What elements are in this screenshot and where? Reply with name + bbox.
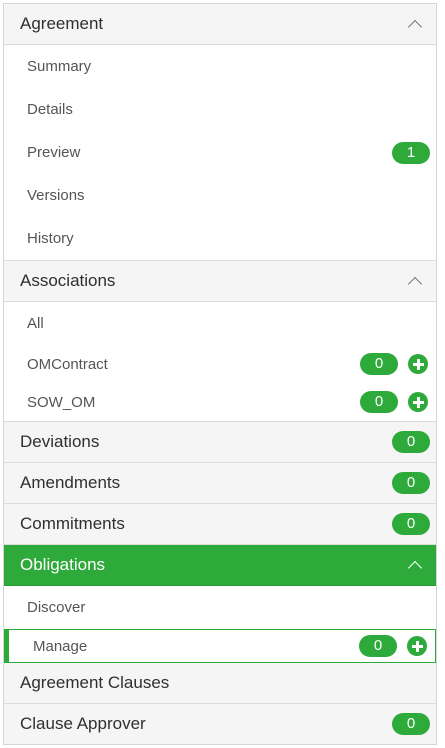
section-deviations-label: Deviations bbox=[20, 432, 100, 451]
add-icon[interactable] bbox=[408, 354, 428, 374]
section-agreement-clauses[interactable]: Agreement Clauses bbox=[4, 663, 436, 704]
count-badge: 0 bbox=[392, 713, 430, 735]
nav-item-label: Details bbox=[27, 101, 73, 118]
count-badge: 0 bbox=[392, 431, 430, 453]
section-associations[interactable]: Associations bbox=[4, 261, 436, 302]
section-obligations[interactable]: Obligations bbox=[4, 545, 436, 586]
count-badge: 0 bbox=[392, 513, 430, 535]
nav-item-omcontract[interactable]: OMContract 0 bbox=[4, 345, 436, 383]
nav-item-summary[interactable]: Summary bbox=[4, 45, 436, 88]
nav-item-manage[interactable]: Manage 0 bbox=[4, 629, 436, 663]
add-icon[interactable] bbox=[408, 392, 428, 412]
count-badge: 1 bbox=[392, 141, 430, 164]
associations-items: All OMContract 0 SOW_OM 0 bbox=[4, 302, 436, 422]
nav-item-label: OMContract bbox=[27, 355, 108, 373]
nav-item-sow-om[interactable]: SOW_OM 0 bbox=[4, 383, 436, 421]
nav-item-preview[interactable]: Preview 1 bbox=[4, 131, 436, 174]
nav-item-label: History bbox=[27, 230, 74, 247]
nav-item-label: All bbox=[27, 315, 44, 332]
section-associations-label: Associations bbox=[20, 271, 116, 290]
section-amendments[interactable]: Amendments 0 bbox=[4, 463, 436, 504]
nav-item-discover[interactable]: Discover bbox=[4, 586, 436, 629]
nav-item-label: Versions bbox=[27, 187, 85, 204]
section-commitments[interactable]: Commitments 0 bbox=[4, 504, 436, 545]
chevron-up-icon[interactable] bbox=[407, 19, 423, 35]
chevron-up-icon[interactable] bbox=[407, 560, 423, 576]
chevron-up-icon[interactable] bbox=[407, 276, 423, 292]
count-badge: 0 bbox=[360, 391, 398, 413]
obligations-items: Discover Manage 0 bbox=[4, 586, 436, 663]
nav-item-details[interactable]: Details bbox=[4, 88, 436, 131]
nav-item-history[interactable]: History bbox=[4, 217, 436, 260]
section-obligations-label: Obligations bbox=[20, 555, 106, 574]
nav-item-versions[interactable]: Versions bbox=[4, 174, 436, 217]
nav-item-label: Discover bbox=[27, 599, 86, 616]
agreement-items: Summary Details Preview 1 Versions Histo… bbox=[4, 45, 436, 261]
nav-item-label: Preview bbox=[27, 144, 81, 161]
nav-item-label: Manage bbox=[33, 637, 88, 655]
section-clause-approver[interactable]: Clause Approver 0 bbox=[4, 704, 436, 744]
navigation-panel: Agreement Summary Details Preview 1 Vers… bbox=[3, 3, 437, 745]
count-badge: 0 bbox=[392, 472, 430, 494]
section-commitments-label: Commitments bbox=[20, 514, 125, 533]
section-deviations[interactable]: Deviations 0 bbox=[4, 422, 436, 463]
section-agreement[interactable]: Agreement bbox=[4, 4, 436, 45]
section-amendments-label: Amendments bbox=[20, 473, 121, 492]
section-agreement-clauses-label: Agreement Clauses bbox=[20, 673, 170, 692]
nav-item-label: SOW_OM bbox=[27, 393, 96, 411]
nav-item-label: Summary bbox=[27, 58, 92, 75]
count-badge: 0 bbox=[359, 635, 397, 657]
section-clause-approver-label: Clause Approver bbox=[20, 714, 146, 733]
section-agreement-label: Agreement bbox=[20, 14, 104, 33]
add-icon[interactable] bbox=[407, 636, 427, 656]
count-badge: 0 bbox=[360, 353, 398, 375]
nav-item-all[interactable]: All bbox=[4, 302, 436, 345]
